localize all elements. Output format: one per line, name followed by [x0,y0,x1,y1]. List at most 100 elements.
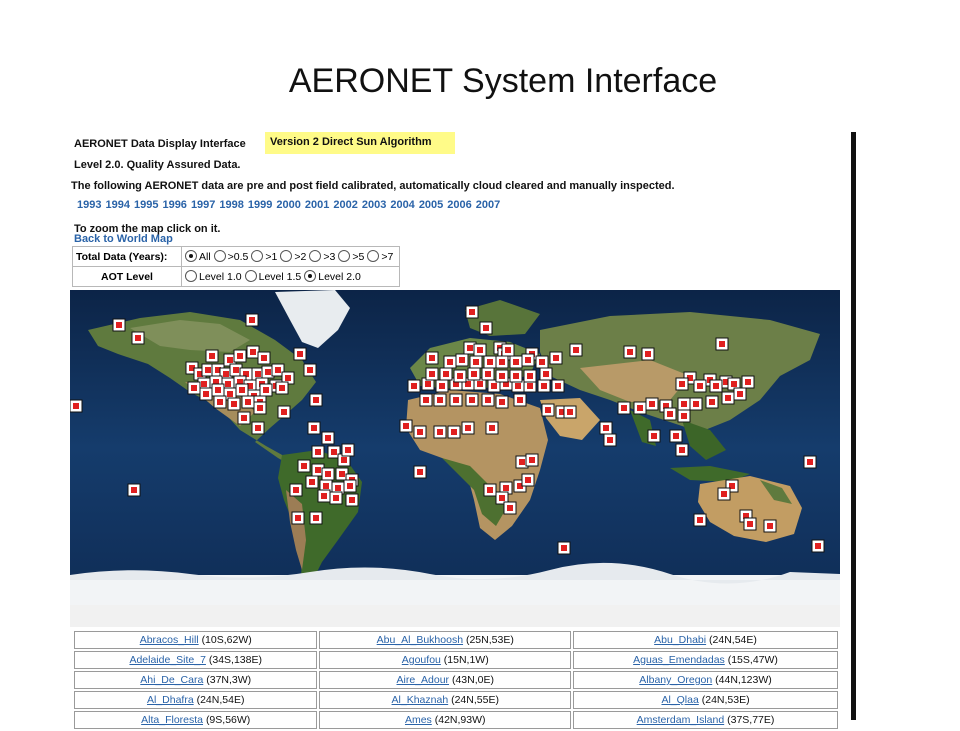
site-marker[interactable] [453,369,467,383]
site-marker[interactable] [715,337,729,351]
world-map[interactable] [70,290,840,605]
site-marker[interactable] [717,487,731,501]
site-marker[interactable] [483,483,497,497]
site-marker[interactable] [485,421,499,435]
site-marker[interactable] [693,513,707,527]
site-marker[interactable] [563,405,577,419]
year-link[interactable]: 2005 [419,199,443,211]
radio-button-icon[interactable] [213,250,226,262]
site-marker[interactable] [435,379,449,393]
site-marker[interactable] [291,511,305,525]
site-marker[interactable] [521,473,535,487]
site-link[interactable]: Aguas_Emendadas [633,654,725,666]
site-marker[interactable] [112,318,126,332]
radio-button-icon[interactable] [338,250,351,262]
site-link[interactable]: Abu_Dhabi [654,634,706,646]
site-link[interactable]: Abracos_Hill [140,634,199,646]
site-marker[interactable] [433,425,447,439]
site-marker[interactable] [131,331,145,345]
site-marker[interactable] [467,367,481,381]
site-marker[interactable] [549,351,563,365]
site-marker[interactable] [501,343,515,357]
site-marker[interactable] [811,539,825,553]
year-link[interactable]: 2004 [390,199,414,211]
site-link[interactable]: Agoufou [402,654,441,666]
site-marker[interactable] [521,353,535,367]
site-marker[interactable] [413,425,427,439]
total-data-option[interactable]: All [185,250,211,263]
site-marker[interactable] [709,379,723,393]
site-marker[interactable] [237,411,251,425]
year-link[interactable]: 1995 [134,199,158,211]
year-link[interactable]: 1999 [248,199,272,211]
site-marker[interactable] [503,501,517,515]
year-link[interactable]: 2003 [362,199,386,211]
year-link[interactable]: 1996 [162,199,186,211]
site-marker[interactable] [675,377,689,391]
site-marker[interactable] [551,379,565,393]
site-marker[interactable] [513,393,527,407]
site-marker[interactable] [259,383,273,397]
site-marker[interactable] [399,419,413,433]
site-marker[interactable] [647,429,661,443]
year-link[interactable]: 2007 [476,199,500,211]
site-marker[interactable] [425,367,439,381]
site-marker[interactable] [669,429,683,443]
site-marker[interactable] [721,391,735,405]
site-marker[interactable] [693,379,707,393]
radio-button-icon[interactable] [185,250,197,262]
site-marker[interactable] [447,425,461,439]
site-marker[interactable] [495,369,509,383]
site-link[interactable]: Amsterdam_Island [637,714,725,726]
site-link[interactable]: Aire_Adour [397,674,450,686]
site-marker[interactable] [495,395,509,409]
site-marker[interactable] [246,345,260,359]
total-data-option[interactable]: >5 [338,250,364,263]
site-link[interactable]: Alta_Floresta [141,714,203,726]
site-marker[interactable] [449,393,463,407]
year-link[interactable]: 2002 [333,199,357,211]
total-data-option[interactable]: >7 [367,250,393,263]
aot-level-option[interactable]: Level 1.5 [244,270,301,283]
site-link[interactable]: Abu_Al_Bukhoosh [377,634,463,646]
year-link[interactable]: 1994 [105,199,129,211]
site-marker[interactable] [509,369,523,383]
site-marker[interactable] [253,401,267,415]
year-link[interactable]: 2001 [305,199,329,211]
site-marker[interactable] [461,421,475,435]
year-link[interactable]: 2006 [447,199,471,211]
site-marker[interactable] [677,409,691,423]
site-marker[interactable] [303,363,317,377]
site-marker[interactable] [419,393,433,407]
site-marker[interactable] [70,399,83,413]
site-marker[interactable] [311,445,325,459]
site-marker[interactable] [483,355,497,369]
year-link[interactable]: 2000 [276,199,300,211]
site-marker[interactable] [407,379,421,393]
site-marker[interactable] [211,383,225,397]
site-marker[interactable] [199,387,213,401]
radio-button-icon[interactable] [251,250,264,262]
site-marker[interactable] [317,489,331,503]
site-marker[interactable] [329,491,343,505]
site-marker[interactable] [241,395,255,409]
site-marker[interactable] [523,369,537,383]
site-marker[interactable] [443,355,457,369]
site-marker[interactable] [541,403,555,417]
site-link[interactable]: Ahi_De_Cara [140,674,203,686]
site-marker[interactable] [509,355,523,369]
back-to-world-map-link[interactable]: Back to World Map [74,233,173,245]
site-marker[interactable] [205,349,219,363]
site-marker[interactable] [617,401,631,415]
site-link[interactable]: Al_Khaznah [392,694,449,706]
radio-button-icon[interactable] [185,270,197,282]
site-marker[interactable] [741,375,755,389]
site-marker[interactable] [633,401,647,415]
aot-level-option[interactable]: Level 1.0 [185,270,242,283]
aot-level-option[interactable]: Level 2.0 [304,270,361,283]
site-marker[interactable] [479,321,493,335]
site-marker[interactable] [343,479,357,493]
site-marker[interactable] [599,421,613,435]
site-marker[interactable] [481,367,495,381]
site-link[interactable]: Albany_Oregon [639,674,712,686]
